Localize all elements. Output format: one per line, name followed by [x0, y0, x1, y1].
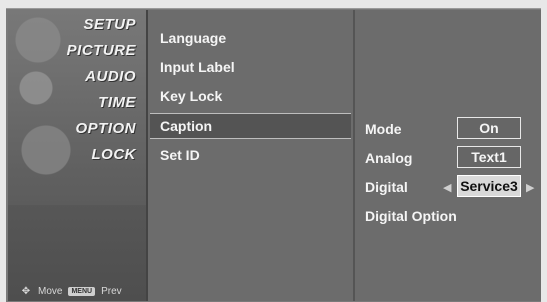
submenu-item-set-id[interactable]: Set ID	[160, 147, 200, 163]
caption-digital-label: Digital	[365, 179, 408, 195]
submenu-item-key-lock[interactable]: Key Lock	[160, 88, 222, 104]
menu-key-icon: MENU	[68, 287, 96, 296]
main-menu-item-option[interactable]: OPTION	[75, 120, 136, 144]
caption-analog-label: Analog	[365, 150, 413, 166]
main-menu-item-setup[interactable]: SETUP	[83, 16, 136, 40]
caption-mode-label: Mode	[365, 121, 402, 137]
hint-move-label: Move	[38, 286, 63, 297]
arrow-right-icon[interactable]: ▶	[526, 181, 534, 194]
tv-menu-screen: SETUP PICTURE AUDIO TIME OPTION LOCK ✥ M…	[0, 0, 547, 302]
caption-digital-option-label[interactable]: Digital Option	[365, 208, 457, 224]
submenu-item-input-label[interactable]: Input Label	[160, 59, 235, 75]
main-menu-item-time[interactable]: TIME	[98, 94, 136, 118]
submenu-item-language[interactable]: Language	[160, 30, 226, 46]
main-menu-item-picture[interactable]: PICTURE	[67, 42, 136, 66]
caption-digital-value[interactable]: Service3	[457, 175, 521, 197]
caption-options-panel: Mode On Analog Text1 Digital ◀ Service3 …	[355, 10, 541, 301]
dpad-icon: ✥	[21, 285, 31, 297]
caption-mode-value[interactable]: On	[457, 117, 521, 139]
arrow-left-icon[interactable]: ◀	[443, 181, 451, 194]
caption-analog-value[interactable]: Text1	[457, 146, 521, 168]
main-menu-item-lock[interactable]: LOCK	[92, 146, 137, 170]
main-menu-item-audio[interactable]: AUDIO	[85, 68, 136, 92]
hint-prev-label: Prev	[101, 286, 122, 297]
menu-hint-bar: ✥ Move MENU Prev	[20, 286, 122, 297]
main-menu: SETUP PICTURE AUDIO TIME OPTION LOCK ✥ M…	[8, 10, 148, 301]
option-submenu: Language Input Label Key Lock Caption Se…	[148, 10, 355, 301]
submenu-item-caption[interactable]: Caption	[160, 118, 212, 134]
